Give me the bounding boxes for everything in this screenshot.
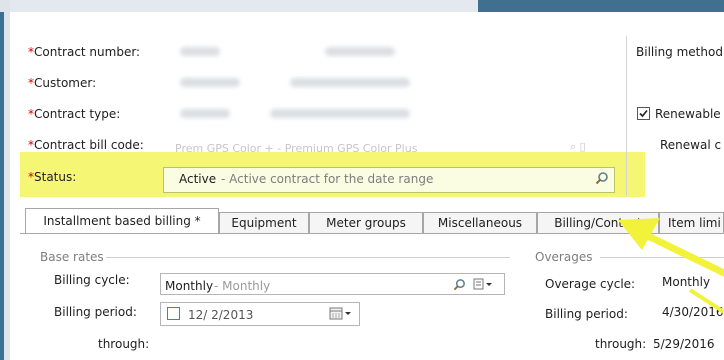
overage-through-value[interactable]: 5/29/2016 xyxy=(653,337,715,351)
billing-period-value: 12/ 2/2013 xyxy=(188,308,254,322)
contract-type-value-blurred[interactable] xyxy=(180,109,230,118)
tabs-baseline xyxy=(20,233,724,234)
tab-equipment[interactable]: Equipment xyxy=(219,212,309,233)
customer-name-blurred xyxy=(290,78,410,87)
status-field[interactable]: Active - Active contract for the date ra… xyxy=(163,167,615,193)
overage-cycle-label: Overage cycle: xyxy=(545,277,636,291)
window-left-frame xyxy=(0,0,10,360)
billing-cycle-desc: - Monthly xyxy=(214,279,271,293)
left-accent-bar xyxy=(0,12,4,360)
tab-item-limits[interactable]: Item limi xyxy=(659,212,724,233)
tab-miscellaneous[interactable]: Miscellaneous xyxy=(423,212,537,233)
billing-period-date-field[interactable]: 12/ 2/2013 xyxy=(160,302,360,326)
renewable-label: Renewable xyxy=(655,107,721,121)
search-icon[interactable] xyxy=(595,171,609,185)
customer-value-blurred[interactable] xyxy=(180,78,240,87)
bill-code-lookup-faint: ⌕ ▯ xyxy=(570,140,586,153)
status-label: *Status: xyxy=(28,170,77,184)
renewable-checkbox[interactable] xyxy=(637,107,650,120)
billing-period-checkbox[interactable] xyxy=(167,307,180,320)
base-rates-section-title: Base rates xyxy=(40,250,104,264)
billing-cycle-value: Monthly xyxy=(165,279,214,293)
contract-number-extra-blurred xyxy=(325,47,395,56)
contract-bill-code-label: *Contract bill code: xyxy=(28,138,144,152)
calendar-icon[interactable] xyxy=(329,307,353,320)
overages-divider xyxy=(600,257,724,258)
title-accent-bar xyxy=(478,0,724,12)
renewal-label: Renewal c xyxy=(660,138,722,152)
checkmark-icon xyxy=(639,109,648,118)
contract-number-label: *Contract number: xyxy=(28,45,141,59)
contract-type-label: *Contract type: xyxy=(28,107,121,121)
contract-number-value-blurred[interactable] xyxy=(180,47,220,56)
billing-cycle-field[interactable]: Monthly - Monthly xyxy=(160,273,505,295)
window-top-frame xyxy=(0,0,724,12)
search-icon[interactable] xyxy=(453,278,466,291)
status-value: Active xyxy=(179,172,217,186)
pane-divider xyxy=(626,36,627,196)
contract-type-desc-blurred xyxy=(270,109,410,118)
tab-billing-contact[interactable]: Billing/Contact xyxy=(537,212,659,233)
through-label: through: xyxy=(98,337,150,351)
overage-through-label: through: xyxy=(595,337,647,351)
status-description: - Active contract for the date range xyxy=(221,172,434,186)
overages-section-title: Overages xyxy=(535,250,593,264)
billing-period-label: Billing period: xyxy=(54,305,137,319)
tab-installment-based-billing[interactable]: Installment based billing * xyxy=(25,208,219,234)
billing-cycle-label: Billing cycle: xyxy=(54,273,130,287)
billing-method-label: Billing method xyxy=(636,45,723,59)
tab-meter-groups[interactable]: Meter groups xyxy=(309,212,423,233)
base-rates-divider xyxy=(106,257,510,258)
overage-billing-period-value[interactable]: 4/30/2016 xyxy=(662,305,724,319)
list-dropdown-icon[interactable] xyxy=(473,278,495,290)
bill-code-value[interactable]: Prem GPS Color + - Premium GPS Color Plu… xyxy=(175,141,417,152)
customer-label: *Customer: xyxy=(28,76,97,90)
overage-cycle-value[interactable]: Monthly xyxy=(662,275,710,289)
overage-billing-period-label: Billing period: xyxy=(545,307,628,321)
